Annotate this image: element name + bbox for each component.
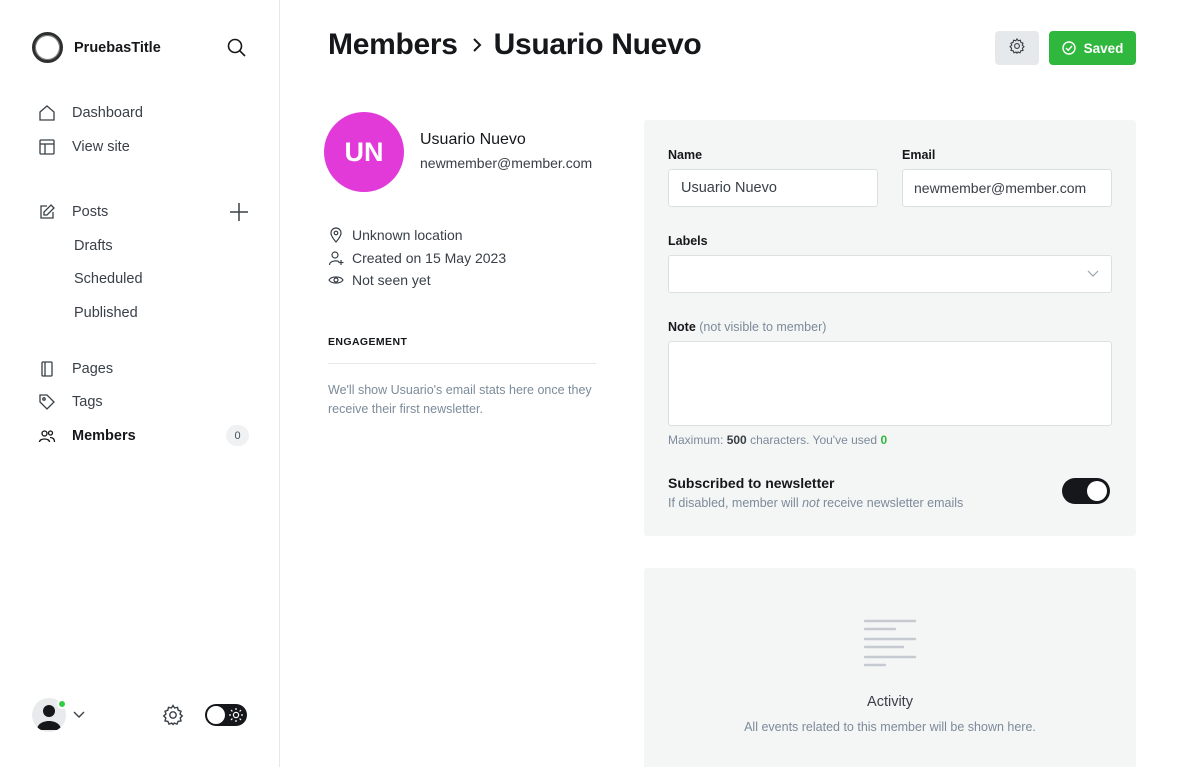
nav-pages[interactable]: Pages <box>37 357 113 381</box>
saved-button[interactable]: Saved <box>1049 31 1136 65</box>
chevron-right-icon <box>472 37 482 53</box>
engagement-text: We'll show Usuario's email stats here on… <box>328 383 592 416</box>
nav-view-site[interactable]: View site <box>37 135 130 159</box>
member-email: newmember@member.com <box>420 155 593 171</box>
members-icon <box>37 426 57 446</box>
engagement-heading: ENGAGEMENT <box>328 336 408 348</box>
labels-select[interactable] <box>668 255 1112 293</box>
nav-published[interactable]: Published <box>74 302 138 324</box>
nav-drafts[interactable]: Drafts <box>74 235 113 257</box>
theme-toggle-knob <box>207 706 225 724</box>
member-settings-button[interactable] <box>995 31 1039 65</box>
online-status-dot <box>57 699 67 709</box>
nav-posts[interactable]: Posts <box>37 200 108 224</box>
subscribed-desc-before: If disabled, member will <box>668 496 799 510</box>
name-field[interactable]: Usuario Nuevo <box>668 169 878 207</box>
chevron-down-icon <box>1087 266 1099 282</box>
nav-members[interactable]: Members <box>37 424 136 448</box>
activity-list-icon <box>863 619 919 667</box>
nav-tags[interactable]: Tags <box>37 390 103 414</box>
note-textarea[interactable] <box>668 341 1112 426</box>
members-count-badge: 0 <box>226 425 249 446</box>
add-post-plus-icon[interactable] <box>228 201 250 223</box>
labels-label: Labels <box>668 234 708 248</box>
home-icon <box>37 103 57 123</box>
subscribed-title: Subscribed to newsletter <box>668 475 835 491</box>
counter-prefix: Maximum: <box>668 433 724 447</box>
activity-title: Activity <box>867 694 913 710</box>
note-hint: (not visible to member) <box>699 320 827 334</box>
nav-dashboard-label: Dashboard <box>72 105 143 121</box>
layout-icon <box>37 137 57 157</box>
note-label: Note (not visible to member) <box>668 320 826 334</box>
member-created: Created on 15 May 2023 <box>328 250 506 266</box>
member-name: Usuario Nuevo <box>420 131 526 148</box>
toggle-knob <box>1087 481 1107 501</box>
nav-dashboard[interactable]: Dashboard <box>37 101 143 125</box>
eye-icon <box>328 272 344 288</box>
sun-icon <box>228 707 244 723</box>
check-circle-icon <box>1061 41 1076 55</box>
subscribed-desc-emphasis: not <box>802 496 820 510</box>
email-label: Email <box>902 148 936 162</box>
member-last-seen-text: Not seen yet <box>352 272 431 288</box>
note-character-counter: Maximum: 500 characters. You've used 0 <box>668 433 887 447</box>
member-location-text: Unknown location <box>352 227 463 243</box>
subscribed-desc-after: receive newsletter emails <box>822 496 964 510</box>
location-pin-icon <box>328 227 344 243</box>
nav-pages-label: Pages <box>72 361 114 377</box>
nav-view-site-label: View site <box>72 139 130 155</box>
nav-posts-label: Posts <box>72 204 109 220</box>
pages-icon <box>37 359 57 379</box>
settings-gear-icon[interactable] <box>161 703 185 727</box>
counter-max: 500 <box>726 433 747 447</box>
user-add-icon <box>328 250 344 266</box>
member-created-text: Created on 15 May 2023 <box>352 250 507 266</box>
note-label-text: Note <box>668 320 696 334</box>
nav-members-label: Members <box>72 428 136 444</box>
tag-icon <box>37 392 57 412</box>
member-last-seen: Not seen yet <box>328 272 431 288</box>
breadcrumb-members-link[interactable]: Members <box>328 28 458 62</box>
page-title: Usuario Nuevo <box>493 28 702 61</box>
edit-icon <box>37 202 57 222</box>
site-title: PruebasTitle <box>74 39 161 56</box>
nav-tags-label: Tags <box>72 394 103 410</box>
member-avatar: UN <box>324 112 404 192</box>
breadcrumb: Members Usuario Nuevo <box>328 28 702 62</box>
newsletter-subscription-toggle[interactable] <box>1062 478 1110 504</box>
engagement-divider <box>328 363 596 364</box>
counter-used: 0 <box>880 433 888 447</box>
search-icon[interactable] <box>226 37 248 59</box>
theme-toggle[interactable] <box>205 704 247 726</box>
site-logo <box>32 32 63 63</box>
site-brand[interactable]: PruebasTitle <box>32 32 161 63</box>
member-location: Unknown location <box>328 227 463 243</box>
chevron-down-icon <box>73 706 85 724</box>
saved-button-label: Saved <box>1083 40 1124 56</box>
gear-icon <box>1008 37 1026 60</box>
nav-scheduled[interactable]: Scheduled <box>74 268 143 290</box>
name-label: Name <box>668 148 703 162</box>
subscribed-description: If disabled, member will not receive new… <box>668 496 963 510</box>
sidebar: PruebasTitle Dashboard View site Posts D… <box>0 0 280 767</box>
activity-description: All events related to this member will b… <box>744 720 1036 734</box>
activity-panel <box>644 568 1136 767</box>
email-field[interactable]: newmember@member.com <box>902 169 1112 207</box>
counter-middle: characters. You've used <box>750 433 878 447</box>
